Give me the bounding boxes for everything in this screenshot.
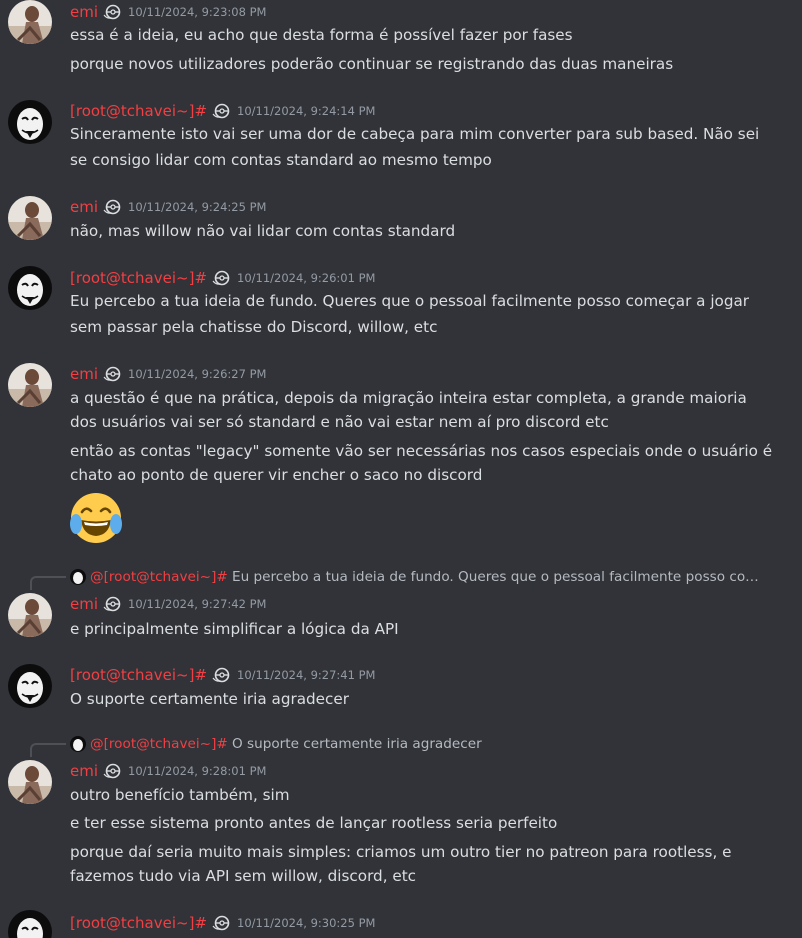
timestamp[interactable]: 10/11/2024, 9:26:27 PM — [128, 364, 266, 384]
pokeball-badge-icon — [211, 270, 233, 286]
emi-avatar-icon — [8, 593, 52, 637]
author-name[interactable]: emi — [70, 197, 98, 217]
avatar[interactable] — [8, 266, 52, 310]
mask-avatar-icon — [8, 910, 52, 938]
avatar[interactable] — [8, 910, 52, 938]
reply-spine — [30, 576, 66, 590]
pokeball-badge-icon — [102, 366, 124, 382]
message-text: porque novos utilizadores poderão contin… — [70, 55, 674, 73]
timestamp[interactable]: 10/11/2024, 9:26:01 PM — [237, 268, 375, 288]
pokeball-badge-icon — [211, 915, 233, 931]
pokeball-badge-icon — [102, 4, 124, 20]
reply-reference[interactable]: @[root@tchavei~]# Eu percebo a tua ideia… — [30, 567, 802, 590]
message-text: e principalmente simplificar a lógica da… — [70, 620, 399, 638]
emi-avatar-icon — [8, 196, 52, 240]
timestamp[interactable]: 10/11/2024, 9:24:14 PM — [237, 101, 375, 121]
avatar[interactable] — [8, 363, 52, 407]
timestamp[interactable]: 10/11/2024, 9:27:41 PM — [237, 665, 375, 685]
avatar[interactable] — [8, 593, 52, 637]
message-text: porque daí seria muito mais simples: cri… — [70, 843, 732, 861]
message-text: se consigo lidar com contas standard ao … — [70, 151, 492, 169]
pokeball-badge-icon — [211, 667, 233, 683]
avatar[interactable] — [8, 0, 52, 44]
mask-avatar-icon — [8, 266, 52, 310]
reply-avatar — [70, 569, 86, 585]
pokeball-badge-icon — [102, 596, 124, 612]
avatar[interactable] — [8, 100, 52, 144]
author-name[interactable]: [root@tchavei~]# — [70, 268, 207, 288]
message-text: chato ao ponto de querer vir encher o sa… — [70, 466, 483, 484]
message-text: fazemos tudo via API sem willow, discord… — [70, 867, 416, 885]
timestamp[interactable]: 10/11/2024, 9:24:25 PM — [128, 197, 266, 217]
reply-preview[interactable]: O suporte certamente iria agradecer — [232, 734, 762, 754]
avatar[interactable] — [8, 760, 52, 804]
author-name[interactable]: emi — [70, 2, 98, 22]
mask-avatar-icon — [8, 100, 52, 144]
timestamp[interactable]: 10/11/2024, 9:23:08 PM — [128, 2, 266, 22]
message-text: não, mas willow não vai lidar com contas… — [70, 222, 456, 240]
author-name[interactable]: [root@tchavei~]# — [70, 665, 207, 685]
author-name[interactable]: emi — [70, 364, 98, 384]
reply-author[interactable]: @[root@tchavei~]# — [90, 734, 228, 754]
emi-avatar-icon — [8, 363, 52, 407]
joy-emoji-icon[interactable] — [68, 490, 124, 546]
message-text: e ter esse sistema pronto antes de lança… — [70, 814, 558, 832]
message-text: então as contas "legacy" somente vão ser… — [70, 442, 773, 460]
message-text: a questão é que na prática, depois da mi… — [70, 389, 747, 407]
reply-preview[interactable]: Eu percebo a tua ideia de fundo. Queres … — [232, 567, 762, 587]
chat-messages: emi 10/11/2024, 9:23:08 PM essa é a idei… — [0, 0, 802, 938]
message-text: outro benefício também, sim — [70, 786, 290, 804]
pokeball-badge-icon — [211, 103, 233, 119]
reply-author[interactable]: @[root@tchavei~]# — [90, 567, 228, 587]
author-name[interactable]: [root@tchavei~]# — [70, 913, 207, 933]
emi-avatar-icon — [8, 760, 52, 804]
timestamp[interactable]: 10/11/2024, 9:27:42 PM — [128, 594, 266, 614]
emi-avatar-icon — [8, 0, 52, 44]
message-text: O suporte certamente iria agradecer — [70, 690, 349, 708]
author-name[interactable]: [root@tchavei~]# — [70, 101, 207, 121]
pokeball-badge-icon — [102, 763, 124, 779]
author-name[interactable]: emi — [70, 594, 98, 614]
reply-spine — [30, 743, 66, 757]
timestamp[interactable]: 10/11/2024, 9:28:01 PM — [128, 761, 266, 781]
mask-avatar-icon — [8, 664, 52, 708]
message-text: Eu percebo a tua ideia de fundo. Queres … — [70, 292, 750, 310]
message-text: dos usuários vai ser só standard e não v… — [70, 413, 609, 431]
pokeball-badge-icon — [102, 199, 124, 215]
message-text: essa é a ideia, eu acho que desta forma … — [70, 26, 573, 44]
avatar[interactable] — [8, 664, 52, 708]
message-text: sem passar pela chatisse do Discord, wil… — [70, 318, 438, 336]
author-name[interactable]: emi — [70, 761, 98, 781]
message-text: Sinceramente isto vai ser uma dor de cab… — [70, 125, 760, 143]
reply-avatar — [70, 736, 86, 752]
avatar[interactable] — [8, 196, 52, 240]
timestamp[interactable]: 10/11/2024, 9:30:25 PM — [237, 913, 375, 933]
reply-reference[interactable]: @[root@tchavei~]# O suporte certamente i… — [30, 734, 802, 757]
